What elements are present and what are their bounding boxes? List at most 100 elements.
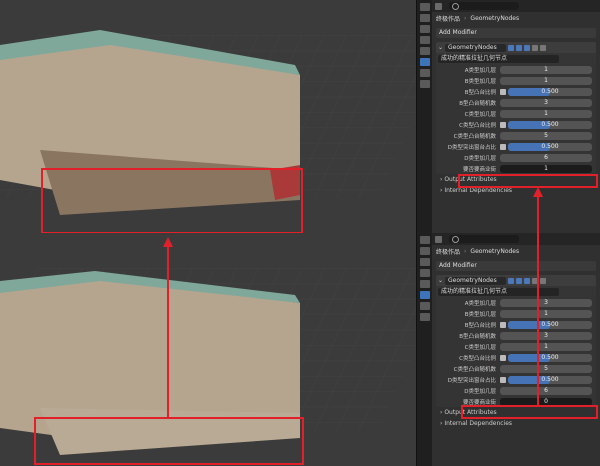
properties-tabs — [416, 233, 433, 466]
param-value-field[interactable]: 3 — [500, 331, 592, 340]
param-value-field[interactable]: 1 — [500, 309, 592, 318]
socket-icon[interactable] — [500, 321, 506, 328]
param-value-field[interactable]: 1 — [500, 76, 592, 85]
collapse-chevron-icon[interactable]: ⌄ — [438, 44, 443, 51]
arrowhead-icon — [163, 237, 173, 247]
3d-viewport[interactable] — [0, 233, 416, 466]
socket-icon[interactable] — [500, 143, 506, 150]
tab-tool[interactable] — [420, 3, 430, 11]
editor-type-icon[interactable] — [435, 235, 442, 243]
socket-icon[interactable] — [500, 88, 506, 95]
param-label: A类型加几层 — [464, 67, 496, 74]
internal-dependencies-toggle[interactable]: › Internal Dependencies — [436, 418, 596, 429]
internal-dependencies-label: Internal Dependencies — [444, 187, 513, 194]
render-icon[interactable] — [524, 44, 531, 51]
render-icon[interactable] — [524, 277, 531, 284]
param-value-field[interactable]: 0.500 — [508, 320, 592, 329]
param-label: B型凸台比例 — [464, 89, 496, 96]
param-value-field[interactable]: 3 — [500, 98, 592, 107]
modifier-name-field[interactable]: GeometryNodes — [445, 276, 507, 285]
crumb-object: 终极作品 — [436, 248, 461, 256]
param-value-text: 0.500 — [541, 142, 559, 150]
param-value-field[interactable]: 0.500 — [508, 353, 592, 362]
param-highlight — [461, 405, 598, 419]
param-value-field[interactable]: 6 — [500, 386, 592, 395]
param-label: C类型凸台比例 — [459, 355, 496, 362]
param-value-text: 6 — [544, 386, 548, 394]
param-value-field[interactable]: 5 — [500, 364, 592, 373]
param-label: C类型加几层 — [464, 111, 496, 118]
tab-physics[interactable] — [420, 80, 430, 88]
param-value-field[interactable]: 0.500 — [508, 87, 592, 96]
panel-header — [432, 233, 600, 245]
tab-scene[interactable] — [420, 280, 430, 288]
tab-modifiers[interactable] — [420, 58, 430, 66]
tab-view-layer[interactable] — [420, 269, 430, 277]
tab-view-layer[interactable] — [420, 36, 430, 44]
tab-render[interactable] — [420, 14, 430, 22]
search-input[interactable] — [449, 2, 519, 10]
tab-physics[interactable] — [420, 313, 430, 321]
param-label: D类型加几层 — [464, 155, 496, 162]
collapse-chevron-icon[interactable]: ⌄ — [438, 277, 443, 284]
viewport-icon[interactable] — [516, 277, 523, 284]
tab-particles[interactable] — [420, 302, 430, 310]
socket-icon[interactable] — [500, 121, 506, 128]
modifier-header: ⌄ GeometryNodes — [436, 42, 596, 53]
dropdown-icon[interactable] — [532, 44, 539, 51]
top-screenshot: 终极作品 › GeometryNodes Add Modifier ⌄ Geom… — [0, 0, 600, 233]
tab-particles[interactable] — [420, 69, 430, 77]
breadcrumb: 终极作品 › GeometryNodes — [432, 12, 600, 24]
param-value-field[interactable]: 1 — [500, 164, 592, 173]
close-icon[interactable] — [540, 277, 547, 284]
param-value-field[interactable]: 3 — [500, 298, 592, 307]
param-value-text: 3 — [544, 298, 548, 306]
param-value-field[interactable]: 0.500 — [508, 142, 592, 151]
param-label: D类型突出窗台占比 — [447, 144, 496, 151]
param-label: C类型凸台随机数 — [453, 366, 496, 373]
param-row: B型凸台比例 0.500 — [436, 86, 596, 97]
commercial-street-highlight — [41, 168, 303, 233]
add-modifier-button[interactable]: Add Modifier — [436, 28, 596, 38]
3d-viewport[interactable] — [0, 0, 416, 233]
tab-output[interactable] — [420, 258, 430, 266]
param-value-field[interactable]: 5 — [500, 131, 592, 140]
tab-output[interactable] — [420, 25, 430, 33]
socket-icon[interactable] — [500, 376, 506, 383]
tab-tool[interactable] — [420, 236, 430, 244]
properties-tabs — [416, 0, 433, 233]
tab-modifiers[interactable] — [420, 291, 430, 299]
param-label: C类型凸台随机数 — [453, 133, 496, 140]
param-value-field[interactable]: 6 — [500, 153, 592, 162]
add-modifier-button[interactable]: Add Modifier — [436, 261, 596, 271]
parameter-list: A类型加几层 1 B类型加几层 1 B型凸台比例 0.500 B型凸台随机数 3 C类型加几层 1… — [432, 64, 600, 174]
param-value-field[interactable]: 1 — [500, 65, 592, 74]
editmode-icon[interactable] — [508, 277, 515, 284]
editor-type-icon[interactable] — [435, 2, 442, 10]
tab-render[interactable] — [420, 247, 430, 255]
node-group-field[interactable]: 成功的精准拉扯几何节点 — [438, 287, 559, 296]
param-value-field[interactable]: 1 — [500, 109, 592, 118]
viewport-icon[interactable] — [516, 44, 523, 51]
modifier-name-field[interactable]: GeometryNodes — [445, 43, 507, 52]
param-value-field[interactable]: 0.500 — [508, 375, 592, 384]
param-row: B型凸台比例 0.500 — [436, 319, 596, 330]
arrow-up-right — [537, 197, 539, 407]
close-icon[interactable] — [540, 44, 547, 51]
socket-icon[interactable] — [500, 354, 506, 361]
param-value-text: 0.500 — [541, 87, 559, 95]
param-value-text: 5 — [544, 131, 548, 139]
param-label: B类型加几层 — [464, 78, 496, 85]
node-group-field[interactable]: 成功的精准拉扯几何节点 — [438, 54, 559, 63]
arrow-up-left — [167, 247, 169, 419]
modifier-header: ⌄ GeometryNodes — [436, 275, 596, 286]
node-group-row: 成功的精准拉扯几何节点 — [436, 286, 596, 297]
editmode-icon[interactable] — [508, 44, 515, 51]
tab-scene[interactable] — [420, 47, 430, 55]
internal-dependencies-label: Internal Dependencies — [444, 420, 513, 427]
param-value-field[interactable]: 0.500 — [508, 120, 592, 129]
param-value-field[interactable]: 1 — [500, 342, 592, 351]
search-input[interactable] — [449, 235, 519, 243]
param-label: B型凸台比例 — [464, 322, 496, 329]
param-value-text: 1 — [544, 76, 548, 84]
